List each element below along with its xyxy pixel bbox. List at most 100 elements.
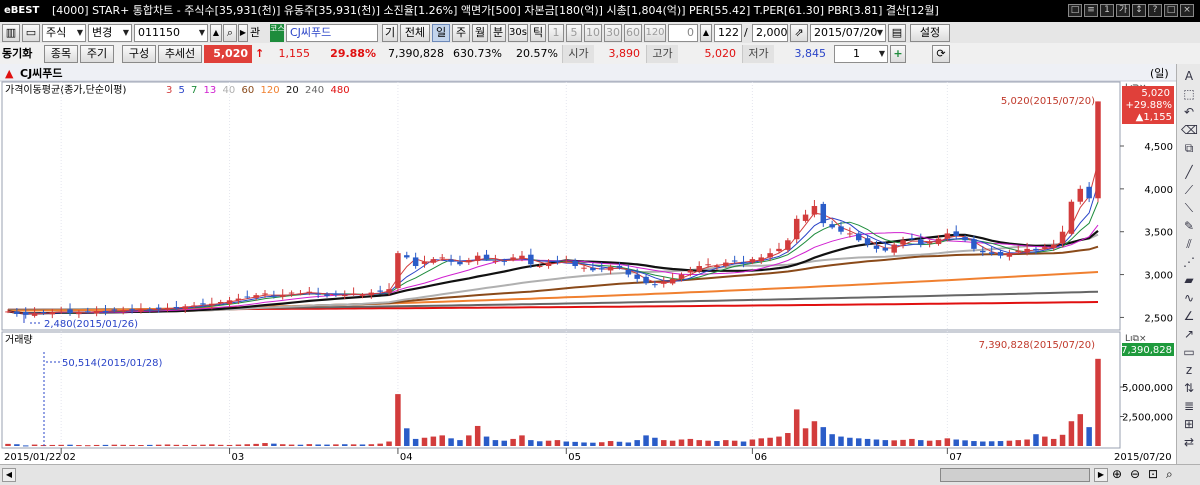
candle-body (988, 252, 995, 254)
volume-bar (209, 444, 215, 446)
cycle-button[interactable]: 주기 (80, 45, 114, 63)
minute-button[interactable]: 5 (566, 24, 582, 42)
fan-tool-icon[interactable]: ⋰ (1181, 254, 1197, 270)
period-button[interactable]: 전체 (400, 24, 430, 42)
scale-select[interactable]: 1 (834, 45, 888, 63)
zoom-icon[interactable]: ⇗ (790, 24, 808, 42)
candle-body (58, 311, 64, 313)
relation-label[interactable]: 관 (250, 24, 268, 42)
close-button[interactable]: × (1180, 4, 1194, 17)
refresh-icon[interactable]: ⟳ (932, 45, 950, 63)
scroll-right-icon[interactable]: ▶ (1094, 468, 1108, 482)
arrow-tool-icon[interactable]: ↗ (1181, 326, 1197, 342)
turnover-percent: 20.57% (516, 47, 558, 60)
volume-bar (93, 444, 100, 446)
help-button[interactable]: ? (1148, 4, 1162, 17)
line-tool-icon[interactable]: ╱ (1181, 164, 1197, 180)
layout-icon[interactable]: ▥ (2, 24, 20, 42)
swap-tool-icon[interactable]: ⇄ (1181, 434, 1197, 450)
text-tool-icon[interactable]: A (1181, 68, 1197, 84)
candle-body (200, 303, 206, 305)
search-icon[interactable]: ⌕ (223, 24, 237, 42)
window-button[interactable]: ↕ (1132, 4, 1146, 17)
market-select[interactable]: 주식 (42, 24, 86, 42)
sort-tool-icon[interactable]: ⇅ (1181, 380, 1197, 396)
stock-button[interactable]: 종목 (44, 45, 78, 63)
rect-tool-icon[interactable]: ▭ (1181, 344, 1197, 360)
maximize-button[interactable]: □ (1164, 4, 1178, 17)
window-button[interactable]: ≡ (1084, 4, 1098, 17)
period-button-selected[interactable]: 일 (432, 24, 450, 42)
pen-tool-icon[interactable]: ✎ (1181, 218, 1197, 234)
sync-label[interactable]: 동기화 (2, 45, 42, 63)
settings-button[interactable]: 설정 (910, 24, 950, 42)
cursor-tool-icon[interactable]: ⬚ (1181, 86, 1197, 102)
change-select[interactable]: 변경 (88, 24, 132, 42)
candle-body (129, 309, 135, 311)
trendline-button[interactable]: 추세선 (158, 45, 202, 63)
window-button[interactable]: □ (1068, 4, 1082, 17)
stock-code-input[interactable]: 011150 (134, 24, 208, 42)
minute-button[interactable]: 60 (624, 24, 642, 42)
count-stepper-icon[interactable]: ▲ (700, 24, 712, 42)
display-count-input[interactable]: 122 (714, 24, 742, 42)
custom-count-input[interactable]: 0 (668, 24, 698, 42)
window-button[interactable]: 가 (1116, 4, 1130, 17)
market-badge: 코스 (270, 24, 285, 42)
period-button[interactable]: 월 (472, 24, 488, 42)
delete-tool-icon[interactable]: ⌫ (1181, 122, 1198, 138)
monitor-icon[interactable]: ▭ (22, 24, 40, 42)
play-icon[interactable]: ▶ (238, 24, 248, 42)
measure-tool-icon[interactable]: ⊞ (1181, 416, 1197, 432)
copy-tool-icon[interactable]: ⧉ (1181, 140, 1197, 156)
total-count-input[interactable]: 2,000 (752, 24, 788, 42)
date-input[interactable]: 2015/07/20 (810, 24, 886, 42)
fibo-tool-icon[interactable]: ≣ (1181, 398, 1197, 414)
minute-button[interactable]: 10 (584, 24, 602, 42)
horizontal-scrollbar[interactable]: ◀ ▶ ⊕ ⊖ ⊡ ⌕ (0, 464, 1200, 485)
volume-bar (5, 443, 11, 446)
candle-body (173, 306, 180, 308)
angle-tool-icon[interactable]: ∠ (1181, 308, 1197, 324)
candle-body (501, 260, 508, 262)
volume-bar (767, 437, 773, 446)
volume-bar (519, 435, 525, 446)
volume-bar (785, 433, 791, 446)
channel-tool-icon[interactable]: ⫽ (1181, 236, 1197, 252)
period-button[interactable]: 틱 (530, 24, 546, 42)
zoom-out-icon[interactable]: ⊖ (1130, 467, 1140, 481)
highlighter-tool-icon[interactable]: ▰ (1181, 272, 1197, 288)
volume-bar (138, 444, 144, 446)
calendar-icon[interactable]: ▤ (888, 24, 906, 42)
compose-button[interactable]: 구성 (122, 45, 156, 63)
candle-body (829, 224, 835, 228)
period-button[interactable]: 분 (490, 24, 506, 42)
x-axis-end-label: 2015/07/20 (1114, 452, 1172, 463)
scroll-thumb[interactable] (940, 468, 1090, 482)
undo-tool-icon[interactable]: ↶ (1181, 104, 1197, 120)
chart-canvas[interactable]: ▲ CJ씨푸드 (일) 가격이동평균(종가,단순이평) 3 5 7 13 40 60 120… (0, 64, 1176, 464)
stepper-icon[interactable]: ▲ (210, 24, 222, 42)
current-price: 5,020 (204, 45, 252, 63)
period-button[interactable]: 30s (508, 24, 528, 42)
search-zoom-icon[interactable]: ⌕ (1166, 467, 1173, 482)
minute-button[interactable]: 30 (604, 24, 622, 42)
stock-name-field[interactable]: CJ씨푸드 (286, 24, 378, 42)
minute-button[interactable]: 120 (644, 24, 666, 42)
trend-tool-icon[interactable]: ⟍ (1181, 200, 1197, 216)
zoom-in-icon[interactable]: ⊕ (1112, 467, 1122, 481)
sleep-tool-icon[interactable]: z (1181, 362, 1197, 378)
period-button[interactable]: 기 (382, 24, 398, 42)
wave-tool-icon[interactable]: ∿ (1181, 290, 1197, 306)
period-button[interactable]: 주 (452, 24, 470, 42)
scroll-left-icon[interactable]: ◀ (2, 468, 16, 482)
fit-icon[interactable]: ⊡ (1148, 467, 1158, 481)
add-icon[interactable]: + (890, 45, 906, 63)
window-button[interactable]: 1 (1100, 4, 1114, 17)
volume-bar (279, 444, 286, 446)
candle-body (244, 296, 251, 298)
ray-tool-icon[interactable]: ⟋ (1181, 182, 1197, 198)
search-toolbar: ▥ ▭ 주식 변경 011150 ▲ ⌕ ▶ 관 코스 CJ씨푸드 기 전체 일… (0, 22, 1200, 44)
minute-button[interactable]: 1 (548, 24, 564, 42)
panel-controls-icon[interactable]: Lı⧉× (1125, 334, 1146, 344)
